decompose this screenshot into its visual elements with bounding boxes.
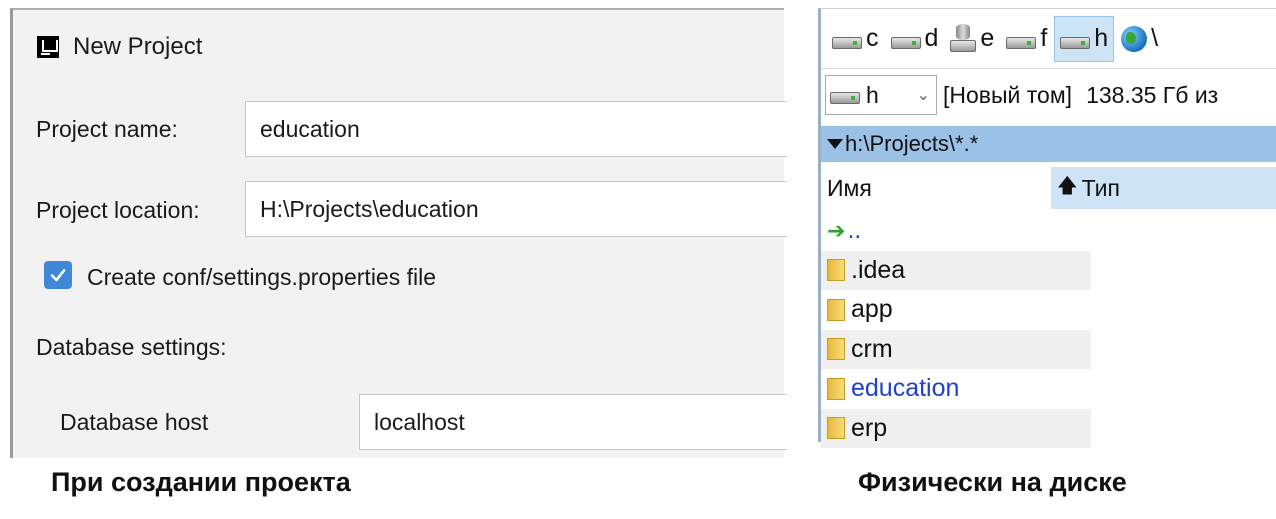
database-settings-label: Database settings:: [36, 334, 227, 360]
drive-d-button[interactable]: d: [886, 16, 944, 62]
project-location-label: Project location:: [36, 197, 200, 223]
intellij-app-icon: [37, 36, 59, 58]
drive-c-button[interactable]: c: [827, 16, 884, 62]
drive-info-row: h ⌄ [Новый том] 138.35 Гб из: [821, 71, 1276, 119]
column-name-header[interactable]: Имя: [821, 167, 1051, 209]
sort-arrow-up-icon: 🡅: [1057, 175, 1078, 197]
create-conf-label[interactable]: Create conf/settings.properties file: [87, 264, 436, 291]
hdd-icon: [890, 36, 921, 49]
dialog-title: New Project: [73, 33, 203, 60]
folder-icon: [827, 417, 845, 440]
list-item-parent[interactable]: ➔ ..: [821, 211, 1091, 251]
list-item-selected[interactable]: education: [821, 369, 1091, 409]
list-item[interactable]: erp: [821, 408, 1091, 448]
network-drive-icon: [950, 23, 977, 54]
database-host-label: Database host: [60, 409, 209, 435]
hdd-icon: [832, 36, 862, 49]
current-path-bar[interactable]: h:\Projects\*.*: [821, 126, 1276, 162]
list-item[interactable]: .idea: [821, 250, 1091, 290]
database-host-input[interactable]: localhost: [359, 394, 787, 450]
folder-icon: [827, 298, 845, 321]
project-name-input[interactable]: education: [245, 101, 787, 157]
file-list: ➔ .. .idea app crm education erp: [821, 211, 1276, 448]
checkmark-icon: [50, 269, 66, 282]
drive-toolbar: c d e f h \: [821, 9, 1276, 69]
volume-label: [Новый том]: [943, 81, 1073, 108]
column-type-header[interactable]: 🡅 Тип: [1051, 167, 1276, 209]
triangle-down-icon: [827, 139, 843, 149]
folder-icon: [827, 259, 845, 282]
chevron-down-icon: ⌄: [916, 87, 930, 104]
network-root-button[interactable]: \: [1116, 16, 1163, 62]
hdd-icon: [1060, 36, 1091, 49]
free-space-text: 138.35 Гб из: [1086, 81, 1219, 108]
caption-left: При создании проекта: [51, 467, 351, 497]
drive-h-button[interactable]: h: [1054, 15, 1115, 62]
list-item[interactable]: crm: [821, 329, 1091, 369]
create-conf-checkbox[interactable]: [44, 261, 72, 289]
globe-icon: [1121, 25, 1148, 52]
drive-f-button[interactable]: f: [1001, 16, 1052, 62]
folder-icon: [827, 338, 845, 361]
file-manager-panel: c d e f h \ h ⌄ [Новый том] 138.35 Гб из…: [818, 8, 1276, 448]
new-project-dialog: New Project Project name: education Proj…: [10, 8, 787, 458]
folder-icon: [827, 377, 845, 400]
project-location-input[interactable]: H:\Projects\education: [245, 181, 787, 237]
dialog-title-bar: New Project: [37, 29, 202, 65]
caption-right: Физически на диске: [858, 467, 1127, 497]
hdd-icon: [830, 92, 860, 104]
project-name-label: Project name:: [36, 116, 178, 142]
green-arrow-icon: ➔: [827, 217, 846, 243]
hdd-icon: [1006, 36, 1037, 49]
list-item[interactable]: app: [821, 290, 1091, 330]
drive-e-button[interactable]: e: [945, 16, 999, 62]
column-header: Имя 🡅 Тип: [821, 167, 1276, 209]
drive-select[interactable]: h ⌄: [825, 75, 937, 115]
current-path: h:\Projects\*.*: [845, 131, 979, 156]
